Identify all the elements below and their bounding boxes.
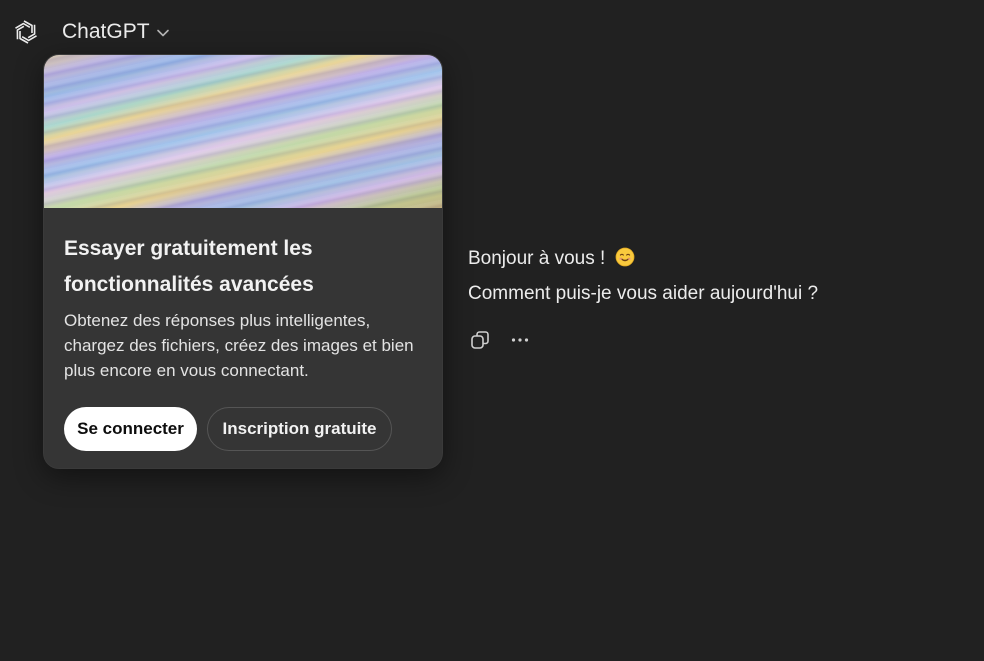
copy-button[interactable] — [464, 326, 496, 358]
signup-button[interactable]: Inscription gratuite — [207, 407, 392, 451]
model-selector[interactable]: ChatGPT — [54, 14, 178, 50]
promo-title: Essayer gratuitement les fonctionnalités… — [64, 237, 314, 296]
openai-logo-icon[interactable] — [12, 18, 40, 46]
promo-description: Obtenez des réponses plus intelligentes,… — [64, 311, 414, 380]
message-line-question: Comment puis-je vous aider aujourd'hui ? — [468, 283, 819, 304]
message-line-greeting: Bonjour à vous ! — [468, 246, 948, 272]
promo-banner-image — [44, 55, 442, 208]
upgrade-popover: Essayer gratuitement les fonctionnalités… — [43, 54, 443, 469]
greeting-text: Bonjour à vous ! — [468, 248, 606, 269]
assistant-message: Bonjour à vous ! Comment puis-je vous ai… — [468, 246, 948, 307]
copy-icon — [469, 329, 491, 356]
chevron-down-icon — [156, 26, 170, 40]
smiling-face-icon — [615, 247, 635, 267]
more-options-icon — [509, 329, 531, 356]
login-button[interactable]: Se connecter — [64, 407, 197, 451]
model-name: ChatGPT — [62, 20, 150, 43]
more-options-button[interactable] — [504, 326, 536, 358]
message-actions — [464, 326, 536, 358]
